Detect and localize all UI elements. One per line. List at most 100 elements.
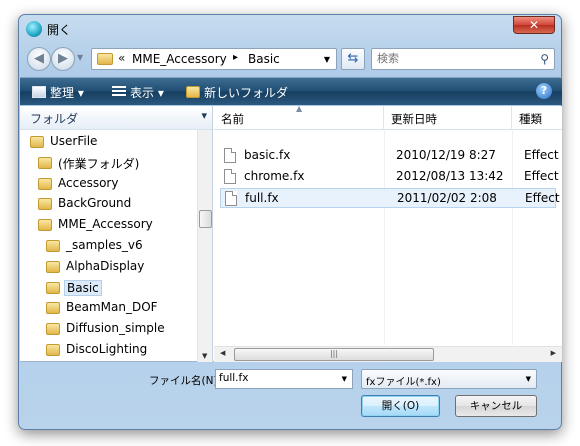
folders-header[interactable]: フォルダ ▾ [20,106,212,130]
breadcrumb-overflow[interactable]: « [118,51,125,65]
folder-icon [46,323,60,336]
scrollbar-thumb[interactable] [199,210,212,228]
organize-label: 整理 [50,86,75,100]
breadcrumb-separator-icon[interactable]: ▸ [233,52,238,63]
scroll-left-icon[interactable]: ◀ [220,349,225,357]
chevron-down-icon[interactable]: ▼ [526,375,531,383]
tree-item-label: UserFile [50,134,98,148]
open-button[interactable]: 開く(O) [361,395,440,417]
column-headers: ▲ 名前 更新日時 種類 [214,106,562,130]
file-name: basic.fx [244,148,291,162]
scroll-down-icon[interactable]: ▼ [202,352,207,360]
folder-icon [46,302,60,315]
file-icon [225,191,237,206]
tree-item[interactable]: MME_Accessory [20,215,197,236]
organize-button[interactable]: 整理 ▾ [32,84,84,101]
file-type: Effect [525,191,560,205]
folder-icon [38,219,52,232]
browser-area: フォルダ ▾ UserFile (作業フォルダ) Accessory BackGrou… [20,106,562,362]
folder-icon [97,53,113,65]
tree-item-label: Basic [64,279,102,296]
scrollbar-thumb[interactable]: ||| [234,348,434,361]
organize-icon [32,86,46,98]
filetype-select[interactable]: fxファイル(*.fx) ▼ [361,369,537,389]
filename-combobox[interactable]: ▼ [215,369,353,389]
back-button[interactable]: ◀ [27,47,51,71]
cancel-button[interactable]: キャンセル [455,395,537,417]
command-toolbar: 整理 ▾ 表示 ▾ 新しいフォルダ ? [20,77,562,105]
tree-item-label: Accessory [58,175,119,190]
tree-item-label: MME_Accessory [58,217,153,232]
folder-icon [46,260,60,273]
column-header-type[interactable]: 種類 [512,106,562,130]
address-bar[interactable]: « MME_Accessory ▸ Basic ▼ [91,48,337,70]
view-button[interactable]: 表示 ▾ [112,84,164,101]
title-bar[interactable]: 開く ✕ [19,15,561,43]
file-icon [224,169,236,184]
view-label: 表示 [130,86,155,100]
open-file-dialog: 開く ✕ ◀ ▶ ▼ « MME_Accessory ▸ Basic ▼ ⇆ ⚲… [18,14,562,430]
tree-item[interactable]: Diffusion_simple [20,319,197,340]
folder-tree: UserFile (作業フォルダ) Accessory BackGround MME_A… [20,132,197,361]
new-folder-icon [186,86,200,98]
new-folder-label: 新しいフォルダ [204,86,289,100]
vertical-scrollbar[interactable]: ▼ [197,130,212,362]
file-row[interactable]: basic.fx 2010/12/19 8:27 Effect [220,146,559,166]
tree-item[interactable]: BeamMan_DOF [20,298,197,319]
breadcrumb-mme-accessory[interactable]: MME_Accessory [132,52,227,66]
file-row[interactable]: chrome.fx 2012/08/13 13:42 Effect [220,167,559,187]
scroll-right-icon[interactable]: ▶ [551,349,556,357]
forward-button[interactable]: ▶ [51,47,75,71]
file-list-pane: ▲ 名前 更新日時 種類 basic.fx 2010/12/19 8:27 Effe… [214,106,562,362]
search-input[interactable] [377,52,527,65]
column-header-modified[interactable]: 更新日時 [384,106,512,130]
file-icon [224,148,236,163]
tree-item[interactable]: AlphaDisplay [20,257,197,278]
file-name: chrome.fx [244,169,305,183]
help-icon[interactable]: ? [536,83,552,99]
tree-item-label: AlphaDisplay [66,258,145,273]
tree-item-label: _samples_v6 [66,237,143,252]
tree-item-label: (作業フォルダ) [58,156,140,171]
tree-item[interactable]: _samples_v6 [20,236,197,257]
search-box[interactable]: ⚲ [371,48,555,70]
close-button[interactable]: ✕ [513,16,555,34]
chevron-down-icon[interactable]: ▾ [201,109,207,122]
tree-item[interactable]: Accessory [20,174,197,195]
search-icon[interactable]: ⚲ [540,52,549,66]
tree-item[interactable]: DiscoLighting [20,340,197,361]
refresh-button[interactable]: ⇆ [341,48,365,70]
recent-pages-dropdown-icon[interactable]: ▼ [77,53,83,62]
file-modified: 2011/02/02 2:08 [397,191,497,205]
column-name-label: 名前 [221,112,244,126]
tree-item-label: BackGround [58,196,132,211]
dialog-footer: ファイル名(N): ▼ fxファイル(*.fx) ▼ 開く(O) キャンセル [20,363,562,430]
file-modified: 2010/12/19 8:27 [396,148,496,162]
file-name: full.fx [245,191,279,205]
folders-header-label: フォルダ [30,112,79,126]
chevron-down-icon[interactable]: ▼ [342,375,347,383]
breadcrumb-basic[interactable]: Basic [248,52,280,66]
navigation-pane: フォルダ ▾ UserFile (作業フォルダ) Accessory BackGrou… [20,106,213,362]
sort-ascending-icon: ▲ [296,106,303,113]
filetype-value: fxファイル(*.fx) [366,377,441,388]
file-modified: 2012/08/13 13:42 [396,169,504,183]
tree-item[interactable]: (作業フォルダ) [20,153,197,174]
tree-item[interactable]: BackGround [20,194,197,215]
file-type: Effect [524,148,559,162]
file-type: Effect [524,169,559,183]
filename-field[interactable] [219,372,329,384]
column-header-name[interactable]: ▲ 名前 [214,106,384,130]
file-row[interactable]: full.fx 2011/02/02 2:08 Effect [220,188,560,208]
folder-icon [46,239,60,252]
app-icon [26,21,42,37]
tree-item-label: DiscoLighting [66,341,148,356]
tree-item[interactable]: UserFile [20,132,197,153]
tree-item-label: Diffusion_simple [66,321,165,336]
folder-icon [38,177,52,190]
folder-icon [30,136,44,148]
address-dropdown-icon[interactable]: ▼ [324,55,330,64]
new-folder-button[interactable]: 新しいフォルダ [186,84,288,101]
tree-item[interactable]: Basic [20,278,197,299]
horizontal-scrollbar[interactable]: ◀ ||| ▶ [214,346,562,362]
